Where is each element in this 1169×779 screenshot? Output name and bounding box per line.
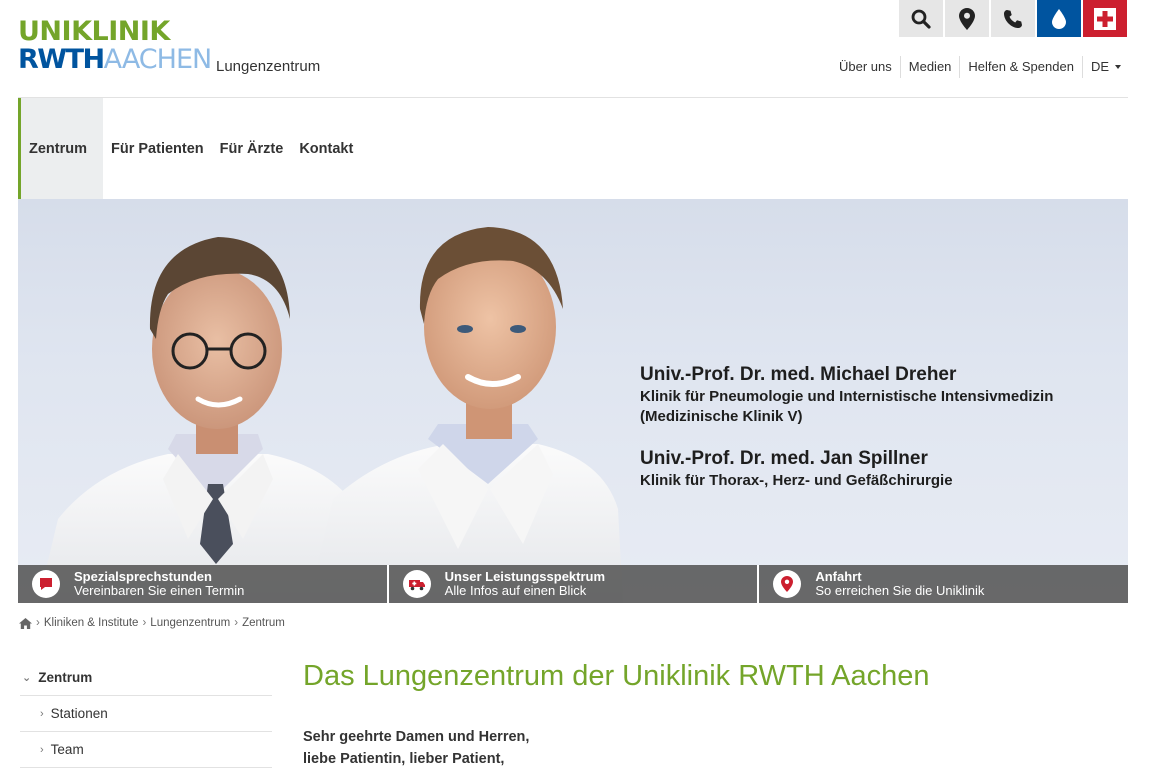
hero-banner: Univ.-Prof. Dr. med. Michael Dreher Klin…: [18, 199, 1128, 603]
meta-nav-medien[interactable]: Medien: [899, 56, 960, 78]
breadcrumb-separator: ›: [36, 617, 40, 629]
top-icon-bar: [899, 0, 1127, 37]
doctor2-name: Univ.-Prof. Dr. med. Jan Spillner: [640, 448, 928, 469]
caret-down-icon: [1115, 65, 1121, 69]
search-icon: [911, 9, 931, 29]
nav-item-fuer-patienten[interactable]: Für Patienten: [103, 98, 212, 199]
teaser-spezialsprechstunden[interactable]: Spezialsprechstunden Vereinbaren Sie ein…: [18, 565, 389, 603]
teaser-leistungsspektrum[interactable]: Unser Leistungsspektrum Alle Infos auf e…: [388, 565, 760, 603]
greeting-text: Sehr geehrte Damen und Herren, liebe Pat…: [303, 726, 529, 770]
teaser-title: Spezialsprechstunden: [74, 569, 212, 584]
logo-uniklinik: UNIKLINIK: [18, 16, 170, 47]
side-nav-label: Stationen: [50, 706, 108, 721]
greeting-line2: liebe Patientin, lieber Patient,: [303, 751, 505, 767]
teaser-subtitle: So erreichen Sie die Uniklinik: [815, 583, 985, 598]
emergency-icon: [1094, 7, 1116, 30]
emergency-button[interactable]: [1083, 0, 1127, 37]
side-nav-item-stationen[interactable]: › Stationen: [20, 696, 272, 732]
breadcrumb-separator: ›: [142, 617, 147, 629]
meta-nav-helfen-spenden[interactable]: Helfen & Spenden: [959, 56, 1082, 78]
meta-nav-ueber-uns[interactable]: Über uns: [831, 56, 900, 78]
language-select[interactable]: DE: [1081, 56, 1129, 78]
page-title: Das Lungenzentrum der Uniklinik RWTH Aac…: [303, 660, 930, 692]
language-label: DE: [1090, 59, 1109, 74]
logo[interactable]: UNIKLINIK RWTHAACHEN Lungenzentrum: [18, 18, 348, 78]
location-button[interactable]: [945, 0, 989, 37]
nav-item-zentrum[interactable]: Zentrum: [18, 98, 103, 199]
doctor1-dept-line1: Klinik für Pneumologie und Internistisch…: [640, 388, 1054, 405]
greeting-line1: Sehr geehrte Damen und Herren,: [303, 729, 530, 745]
chevron-right-icon: ›: [40, 743, 44, 756]
doctor1-dept-line2: (Medizinische Klinik V): [640, 408, 803, 425]
side-nav-label: Team: [50, 742, 84, 757]
chevron-right-icon: ›: [40, 707, 44, 720]
blood-drop-icon: [1052, 8, 1066, 29]
chevron-down-icon: ⌄: [22, 672, 32, 684]
hero-caption: Univ.-Prof. Dr. med. Michael Dreher Klin…: [640, 363, 1053, 491]
home-icon[interactable]: [19, 617, 32, 629]
teaser-anfahrt[interactable]: Anfahrt So erreichen Sie die Uniklinik: [759, 565, 1128, 603]
map-pin-icon: [773, 570, 802, 598]
breadcrumb-item-current: Zentrum: [242, 617, 285, 629]
logo-aachen: AACHEN: [103, 44, 213, 75]
nav-item-fuer-aerzte[interactable]: Für Ärzte: [212, 98, 292, 199]
location-icon: [959, 7, 975, 30]
phone-button[interactable]: [991, 0, 1035, 37]
phone-icon: [1004, 9, 1022, 28]
main-nav: Zentrum Für Patienten Für Ärzte Kontakt: [18, 98, 361, 199]
logo-subtitle: Lungenzentrum: [216, 58, 321, 75]
side-nav-item-team[interactable]: › Team: [20, 732, 272, 768]
search-button[interactable]: [899, 0, 943, 37]
doctor1-name: Univ.-Prof. Dr. med. Michael Dreher: [640, 364, 957, 385]
ambulance-icon: [402, 570, 431, 598]
breadcrumb-separator: ›: [234, 617, 239, 629]
teaser-title: Anfahrt: [815, 569, 862, 584]
teaser-subtitle: Vereinbaren Sie einen Termin: [74, 583, 245, 598]
side-nav-label: Zentrum: [38, 670, 93, 685]
breadcrumb: › Kliniken & Institute › Lungenzentrum ›…: [19, 617, 285, 629]
side-nav-item-zentrum[interactable]: ⌄ Zentrum: [20, 660, 272, 696]
teaser-bar: Spezialsprechstunden Vereinbaren Sie ein…: [18, 565, 1128, 603]
speech-bubble-icon: [32, 570, 60, 598]
nav-item-kontakt[interactable]: Kontakt: [291, 98, 361, 199]
side-nav: ⌄ Zentrum › Stationen › Team: [20, 660, 272, 768]
blood-donation-button[interactable]: [1037, 0, 1081, 37]
logo-rwth-aachen: RWTHAACHEN: [18, 44, 213, 75]
logo-rwth: RWTH: [18, 44, 105, 75]
doctor2-dept: Klinik für Thorax-, Herz- und Gefäßchiru…: [640, 472, 953, 489]
meta-nav: Über uns Medien Helfen & Spenden DE: [831, 56, 1129, 78]
teaser-title: Unser Leistungsspektrum: [444, 569, 606, 584]
breadcrumb-item[interactable]: Kliniken & Institute: [44, 617, 139, 629]
teaser-subtitle: Alle Infos auf einen Blick: [444, 583, 587, 598]
breadcrumb-item[interactable]: Lungenzentrum: [150, 617, 230, 629]
